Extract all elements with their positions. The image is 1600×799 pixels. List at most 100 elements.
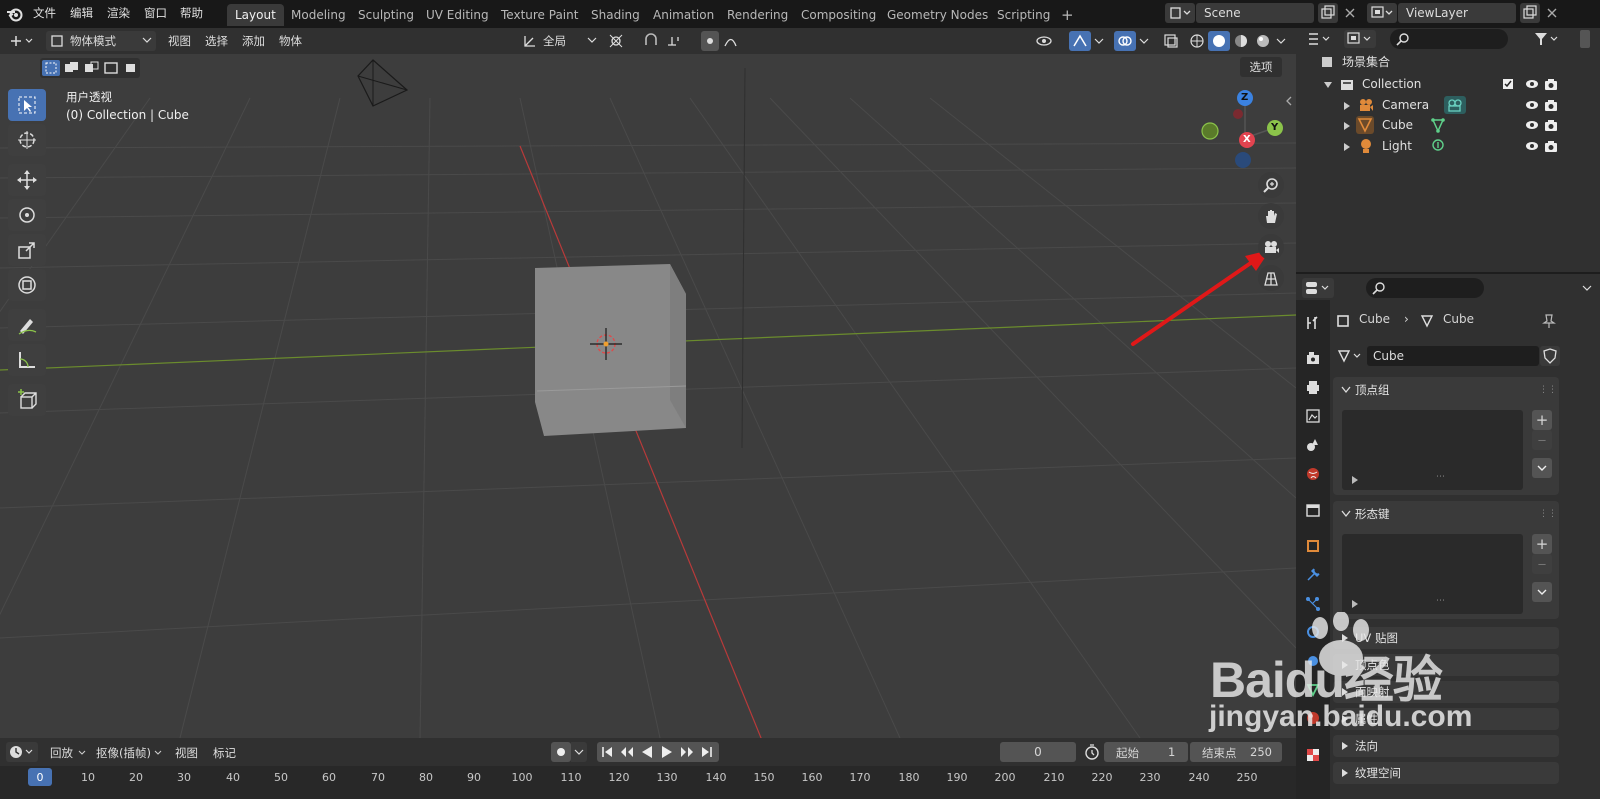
properties-editor-type-icon[interactable] [1302,278,1334,298]
tab-layout[interactable]: Layout [227,4,284,26]
viewlayer-delete-icon[interactable] [1542,3,1562,23]
snap-target-icon[interactable] [664,31,694,51]
viewport-scene[interactable] [0,28,1296,738]
jump-start-icon[interactable] [597,742,617,762]
outliner-editor-type-icon[interactable] [1306,30,1336,48]
menu-view[interactable]: 视图 [168,33,191,49]
transform-orientation-select[interactable]: 全局 [519,31,599,51]
play-icon[interactable] [657,742,677,762]
camera-view-icon[interactable] [1258,234,1284,260]
tab-texture-paint[interactable]: Texture Paint [493,4,586,26]
outliner-item-cube[interactable]: Cube [1296,115,1600,135]
rotate-tool-icon[interactable] [8,199,46,231]
scene-tab-icon[interactable] [1302,434,1324,456]
measure-tool-icon[interactable] [8,344,46,376]
shading-wireframe-icon[interactable] [1186,31,1208,51]
vertex-groups-header[interactable]: 顶点组 [1333,377,1390,403]
transform-tool-icon[interactable] [8,269,46,301]
frame-end-field[interactable]: 结束点 250 [1190,742,1282,762]
jump-end-icon[interactable] [697,742,717,762]
add-cube-tool-icon[interactable] [8,384,46,416]
annotate-tool-icon[interactable] [8,309,46,341]
scene-collection-row[interactable]: 场景集合 [1296,52,1600,72]
shape-keys-list[interactable]: ⋯ [1342,534,1523,614]
ortho-toggle-icon[interactable] [1258,265,1284,291]
xray-toggle-icon[interactable] [1160,31,1182,51]
remove-vertex-group-icon[interactable]: − [1532,430,1552,450]
editor-type-icon[interactable] [6,31,38,51]
gizmo-toggle-icon[interactable] [1069,31,1091,51]
tab-modeling[interactable]: Modeling [283,4,354,26]
filter-icon[interactable] [1532,30,1562,48]
world-tab-icon[interactable] [1302,463,1324,485]
proportional-edit-icon[interactable] [701,31,719,51]
tab-uv-editing[interactable]: UV Editing [418,4,497,26]
menu-view[interactable]: 视图 [175,745,198,761]
outliner-item-light[interactable]: Light [1296,136,1600,156]
scene-name-field[interactable]: Scene [1196,3,1314,23]
menu-add[interactable]: 添加 [242,33,265,49]
select-difference-icon[interactable] [102,60,120,76]
scale-tool-icon[interactable] [8,234,46,266]
menu-select[interactable]: 选择 [205,33,228,49]
display-mode-icon[interactable] [1344,30,1376,48]
menu-edit[interactable]: 编辑 [70,5,93,21]
falloff-icon[interactable] [722,31,750,51]
object-tab-icon[interactable] [1302,535,1324,557]
vertex-groups-list[interactable]: ⋯ [1342,410,1523,490]
collection-row[interactable]: Collection [1296,74,1600,94]
properties-options-icon[interactable] [1580,282,1594,294]
blender-logo-icon[interactable] [6,5,24,23]
shading-solid-icon[interactable] [1208,31,1230,51]
shading-dropdown-icon[interactable] [1274,31,1288,51]
menu-keying[interactable]: 抠像(插帧) [96,745,151,761]
timeline-editor-type-icon[interactable] [6,742,38,762]
tab-compositing[interactable]: Compositing [793,4,884,26]
gizmo-dropdown-icon[interactable] [1092,31,1106,51]
menu-render[interactable]: 渲染 [107,5,130,21]
options-button[interactable]: 选项 [1240,57,1282,77]
mesh-name-field[interactable]: Cube [1367,346,1539,366]
menu-object[interactable]: 物体 [279,33,302,49]
remove-shape-key-icon[interactable]: − [1532,554,1552,574]
menu-marker[interactable]: 标记 [213,745,236,761]
3d-viewport[interactable]: 物体模式 视图 选择 添加 物体 全局 选项 用户透视 (0) Collecti… [0,28,1296,738]
prev-keyframe-icon[interactable] [617,742,637,762]
shading-rendered-icon[interactable] [1252,31,1274,51]
outliner-item-camera[interactable]: Camera [1296,95,1600,115]
tab-scripting[interactable]: Scripting [989,4,1058,26]
tab-sculpting[interactable]: Sculpting [350,4,422,26]
scene-browse-icon[interactable] [1165,3,1195,23]
texture-tab-icon[interactable] [1302,744,1324,766]
auto-keying-icon[interactable] [551,742,571,762]
outliner-search-input[interactable] [1390,29,1508,49]
menu-help[interactable]: 帮助 [180,5,203,21]
select-intersect-icon[interactable] [122,60,140,76]
scene-copy-icon[interactable] [1318,3,1338,23]
overlay-dropdown-icon[interactable] [1137,31,1151,51]
viewlayer-name-field[interactable]: ViewLayer [1398,3,1516,23]
menu-window[interactable]: 窗口 [144,5,167,21]
tab-animation[interactable]: Animation [645,4,722,26]
add-workspace-button[interactable]: + [1053,4,1082,26]
menu-file[interactable]: 文件 [33,5,56,21]
view-layer-tab-icon[interactable] [1302,405,1324,427]
overlay-toggle-icon[interactable] [1114,31,1136,51]
mode-select[interactable]: 物体模式 [46,31,156,51]
current-frame-field[interactable]: 0 [1000,742,1076,762]
shape-key-specials-icon[interactable] [1532,582,1552,602]
add-shape-key-icon[interactable]: + [1532,534,1552,554]
drag-handle-icon[interactable]: ⋮⋮ [1539,385,1557,395]
use-preview-range-icon[interactable] [1082,742,1102,762]
cursor-tool-icon[interactable] [8,124,46,156]
select-new-icon[interactable] [42,60,60,76]
shape-keys-header[interactable]: 形态键 [1333,501,1390,527]
frame-start-field[interactable]: 起始 1 [1104,742,1188,762]
visibility-selectability-icon[interactable] [1033,31,1063,51]
select-subtract-icon[interactable] [82,60,100,76]
play-reverse-icon[interactable] [637,742,657,762]
viewlayer-copy-icon[interactable] [1520,3,1540,23]
mesh-browse-icon[interactable] [1336,346,1366,366]
output-tab-icon[interactable] [1302,376,1324,398]
pivot-point-icon[interactable] [606,31,636,51]
